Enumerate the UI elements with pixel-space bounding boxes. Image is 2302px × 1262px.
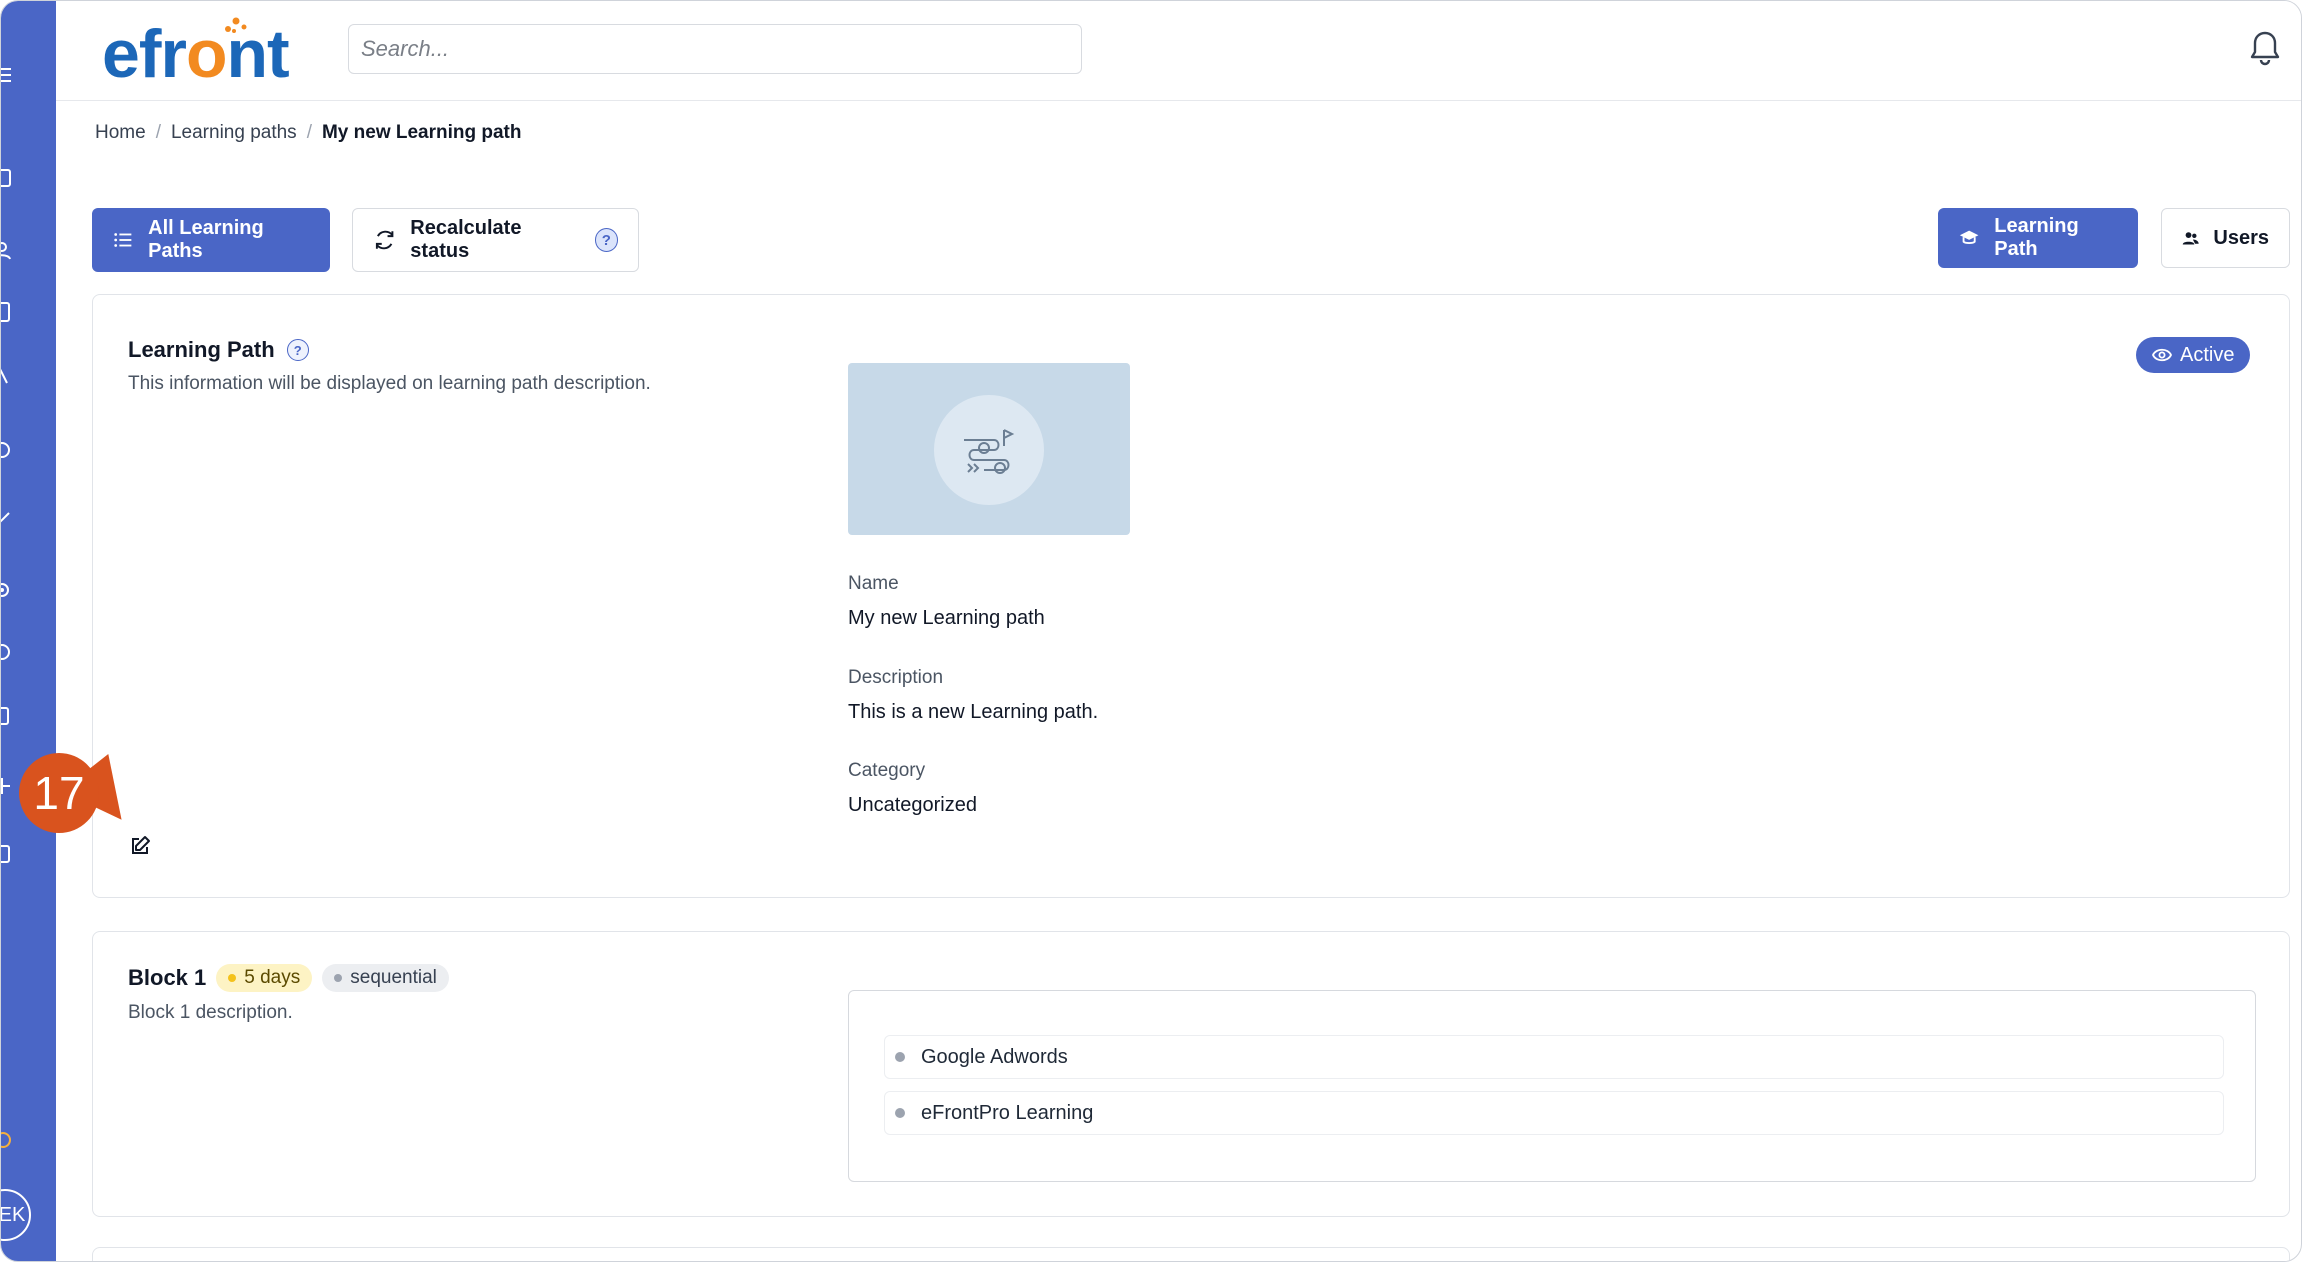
users-icon[interactable] bbox=[1, 239, 13, 261]
block-course-list: Google Adwords eFrontPro Learning bbox=[848, 990, 2256, 1182]
learning-paths-icon[interactable] bbox=[1, 365, 13, 387]
learning-path-illustration-icon bbox=[964, 429, 1015, 474]
course-name: Google Adwords bbox=[921, 1045, 1068, 1068]
status-dot-icon bbox=[1, 1132, 11, 1148]
breadcrumb-separator: / bbox=[155, 122, 161, 143]
bell-icon[interactable] bbox=[2248, 29, 2282, 67]
logo-sparkle-icon bbox=[225, 17, 247, 33]
courses-icon[interactable] bbox=[1, 301, 13, 323]
mode-label: sequential bbox=[350, 967, 437, 988]
description-value: This is a new Learning path. bbox=[848, 701, 1099, 723]
name-value: My new Learning path bbox=[848, 607, 1045, 629]
category-value: Uncategorized bbox=[848, 794, 977, 816]
sidebar: EK bbox=[0, 1, 56, 1261]
notifications-list-icon[interactable] bbox=[1, 843, 13, 865]
search-input[interactable] bbox=[348, 24, 1082, 74]
top-header: efront bbox=[56, 1, 2301, 101]
edit-icon[interactable] bbox=[129, 835, 151, 857]
name-label: Name bbox=[848, 573, 899, 594]
avatar[interactable]: EK bbox=[0, 1189, 31, 1241]
learning-path-title-text: Learning Path bbox=[128, 337, 275, 362]
breadcrumb-learning-paths[interactable]: Learning paths bbox=[171, 122, 297, 144]
help-icon[interactable]: ? bbox=[286, 339, 309, 361]
status-badge-label: Active bbox=[2180, 343, 2235, 366]
dashboard-icon[interactable] bbox=[1, 167, 13, 189]
logo-text: efront bbox=[102, 16, 290, 92]
avatar-initials: EK bbox=[0, 1203, 26, 1226]
refresh-icon bbox=[375, 230, 394, 250]
bullet-icon bbox=[895, 1108, 905, 1118]
breadcrumb-current: My new Learning path bbox=[321, 122, 522, 143]
status-badge: Active bbox=[2136, 337, 2251, 373]
all-learning-paths-button[interactable]: All Learning Paths bbox=[92, 208, 330, 272]
learning-path-card: Learning Path ? This information will be… bbox=[92, 294, 2290, 898]
block-description: Block 1 description. bbox=[128, 1002, 293, 1023]
learning-path-tab-button[interactable]: Learning Path bbox=[1938, 208, 2138, 268]
graduation-cap-icon bbox=[1959, 230, 1979, 245]
list-icon bbox=[114, 233, 132, 247]
gamification-icon[interactable] bbox=[1, 705, 13, 727]
mode-dot-icon bbox=[334, 974, 343, 982]
image-placeholder-circle bbox=[934, 395, 1044, 505]
help-icon[interactable]: ? bbox=[594, 228, 618, 252]
settings-icon[interactable] bbox=[1, 579, 13, 601]
description-label: Description bbox=[848, 667, 944, 688]
step-marker-number: 17 bbox=[33, 767, 85, 819]
block-title: Block 1 bbox=[128, 965, 207, 990]
plugins-icon[interactable] bbox=[1, 775, 13, 797]
list-item[interactable]: Google Adwords bbox=[884, 1035, 2224, 1079]
course-name: eFrontPro Learning bbox=[921, 1101, 1094, 1124]
all-learning-paths-label: All Learning Paths bbox=[148, 217, 264, 262]
efront-logo[interactable]: efront bbox=[102, 15, 290, 93]
category-label: Category bbox=[848, 760, 926, 781]
mode-badge: sequential bbox=[322, 964, 449, 992]
duration-badge: 5 days bbox=[216, 964, 313, 992]
next-block-card bbox=[92, 1247, 2290, 1261]
list-item[interactable]: eFrontPro Learning bbox=[884, 1091, 2224, 1135]
categories-icon[interactable] bbox=[1, 439, 13, 461]
step-marker: 17 bbox=[19, 753, 99, 833]
recalculate-status-button[interactable]: Recalculate status ? bbox=[352, 208, 639, 272]
recalculate-status-label: Recalculate status bbox=[410, 217, 522, 262]
block-card: Block 1 5 days sequential Block 1 descri… bbox=[92, 931, 2290, 1217]
reports-icon[interactable] bbox=[1, 509, 13, 531]
users-tab-label: Users bbox=[2213, 226, 2269, 249]
block-title-row: Block 1 5 days sequential bbox=[128, 964, 449, 992]
duration-dot-icon bbox=[228, 974, 237, 982]
users-icon bbox=[2182, 232, 2199, 245]
breadcrumb-separator: / bbox=[306, 122, 312, 143]
learning-path-card-subtitle: This information will be displayed on le… bbox=[128, 373, 651, 394]
bullet-icon bbox=[895, 1052, 905, 1062]
users-tab-button[interactable]: Users bbox=[2161, 208, 2290, 268]
learning-path-card-title: Learning Path ? bbox=[128, 337, 309, 363]
breadcrumb-home[interactable]: Home bbox=[95, 122, 146, 144]
app-window: EK efront Home / Learning paths / My new… bbox=[0, 0, 2302, 1262]
breadcrumb: Home / Learning paths / My new Learning … bbox=[95, 122, 522, 144]
duration-label: 5 days bbox=[244, 967, 301, 988]
branches-icon[interactable] bbox=[1, 641, 13, 663]
eye-icon bbox=[2152, 348, 2172, 362]
learning-path-image[interactable] bbox=[848, 363, 1130, 535]
learning-path-tab-label: Learning Path bbox=[1994, 215, 2079, 260]
menu-icon[interactable] bbox=[1, 64, 13, 86]
